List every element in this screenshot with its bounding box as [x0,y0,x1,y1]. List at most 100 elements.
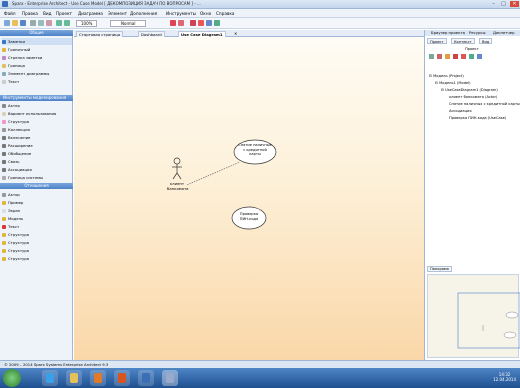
grid-icon[interactable] [190,20,196,26]
minimap-usecase [503,331,517,339]
minimap-svg [457,292,520,349]
menu-edit[interactable]: Правка [22,11,38,16]
maximize-button[interactable]: □ [499,1,508,7]
toolbox-item[interactable]: Структура [2,231,72,238]
toolbox-item[interactable]: Граничный [2,46,72,53]
association-line[interactable] [186,161,241,186]
taskbar-app-firefox[interactable] [114,370,130,386]
redo-icon[interactable] [64,20,70,26]
toolbox-item[interactable]: Актер [2,102,72,109]
tree-icon[interactable] [437,54,442,59]
taskbar-app-ie[interactable] [42,370,58,386]
tree-node[interactable]: ⊟ Модель1 (Model) [435,81,471,85]
taskbar-app-word[interactable] [138,370,154,386]
resources-title[interactable]: Ресурсы [469,30,485,36]
toolbox-item[interactable]: Расширение [2,142,72,149]
tree-node[interactable]: Ассоциация [449,109,472,113]
toolbox-item[interactable]: Актор [2,191,72,198]
firefox-icon [118,373,126,383]
toolbox-item[interactable]: Текст [2,223,72,230]
actor-leg-right [176,172,182,180]
menu-tools[interactable]: Инструменты [166,11,196,16]
undo-icon[interactable] [56,20,62,26]
taskbar-app-ea[interactable] [162,370,178,386]
pan-zoom-tab[interactable]: Панорама [427,266,452,272]
toolbox-header[interactable]: Общие [0,30,73,36]
toolbox-item[interactable]: Стрелка заметки [2,54,72,61]
tree-icon[interactable] [453,54,458,59]
menu-view[interactable]: Вид [43,11,52,16]
color-icon[interactable] [198,20,204,26]
toolbox-item[interactable]: Текст [2,78,72,85]
start-button[interactable] [3,369,21,387]
toolbox-item[interactable]: Ассоциация [2,166,72,173]
close-tab-icon[interactable]: ✕ [234,31,237,36]
diagram-canvas[interactable]: клиент банкомата Снятие наличных с креди… [74,37,424,360]
toolbox-item[interactable]: Обобщение [2,150,72,157]
save-icon[interactable] [20,20,26,26]
toolbox-item[interactable]: Коллекция [2,126,72,133]
extend-icon [2,144,6,148]
tree-node[interactable]: клиент банкомата (Actor) [449,95,497,99]
actor-figure[interactable] [172,157,182,180]
tree-node[interactable]: Снятие наличных с кредитной карты [449,102,520,106]
tab-context[interactable]: Контекст [451,38,475,44]
menu-diagram[interactable]: Диаграмма [78,11,103,16]
new-icon[interactable] [4,20,10,26]
toolbox-item[interactable]: Заметки [2,38,72,45]
toolbox-item[interactable]: Элемент диаграммы [2,70,72,77]
cut-icon[interactable] [30,20,36,26]
mode-select[interactable]: Normal [110,20,147,27]
toolbox-item[interactable]: Структура [2,247,72,254]
toolbox-item[interactable]: Вариант использования [2,110,72,117]
menu-additions[interactable]: Дополнения [130,11,157,16]
taskbar-app-explorer[interactable] [66,370,82,386]
text-icon [2,80,6,84]
system-clock[interactable]: 14:32 12.04.2014 [493,372,516,382]
toolbox-item[interactable]: Структура [2,255,72,262]
tree-node[interactable]: Проверка ПИН-кода (UseCase) [449,116,506,120]
tree-node[interactable]: ⊟ UseCaseDiagram1 (Diagram) [441,88,498,92]
tree-icon[interactable] [477,54,482,59]
toolbox-item[interactable]: Включение [2,134,72,141]
taskbar-app-media[interactable] [90,370,106,386]
tree-icon[interactable] [469,54,474,59]
menu-help[interactable]: Справка [216,11,234,16]
minimize-button[interactable]: – [489,1,498,7]
copy-icon[interactable] [38,20,44,26]
close-button[interactable]: ✕ [510,1,519,7]
toolbox-item[interactable]: Связь [2,158,72,165]
pan-zoom-view[interactable] [427,274,520,358]
zoom-select[interactable]: 100% [76,20,98,27]
menu-project[interactable]: Проект [56,11,72,16]
tree-icon[interactable] [461,54,466,59]
toolbox-section-header[interactable]: Инструменты моделирования [0,95,73,101]
text-icon [2,225,6,229]
toolbox-item[interactable]: Граница системы [2,174,72,181]
toolbox-section-header[interactable]: Отношения [0,183,73,189]
tab-project[interactable]: Проект [427,38,447,44]
tree-icon[interactable] [429,54,434,59]
settings-icon[interactable] [214,20,220,26]
paste-icon[interactable] [46,20,52,26]
align-icon[interactable] [178,20,184,26]
toolbox-item[interactable]: Граница [2,62,72,69]
font-icon[interactable] [206,20,212,26]
manager-title[interactable]: Диспетчер [493,30,515,36]
menu-element[interactable]: Элемент [108,11,127,16]
tab-view[interactable]: Вид [479,38,493,44]
tree-node[interactable]: ⊟ Модель (Project) [429,74,464,78]
menu-file[interactable]: Файл [4,11,16,16]
toolbox-item[interactable]: Структура [2,239,72,246]
toolbox-item[interactable]: Пример [2,199,72,206]
generalization-icon [2,152,6,156]
toolbox-item[interactable]: Структура [2,118,72,125]
toolbox-item[interactable]: Экран [2,207,72,214]
structure-icon [2,249,6,253]
open-icon[interactable] [12,20,18,26]
menu-window[interactable]: Окно [200,11,211,16]
layout-icon[interactable] [170,20,176,26]
toolbox-item[interactable]: Модель [2,215,72,222]
browser-title[interactable]: Браузер проекта [431,30,465,36]
tree-icon[interactable] [445,54,450,59]
